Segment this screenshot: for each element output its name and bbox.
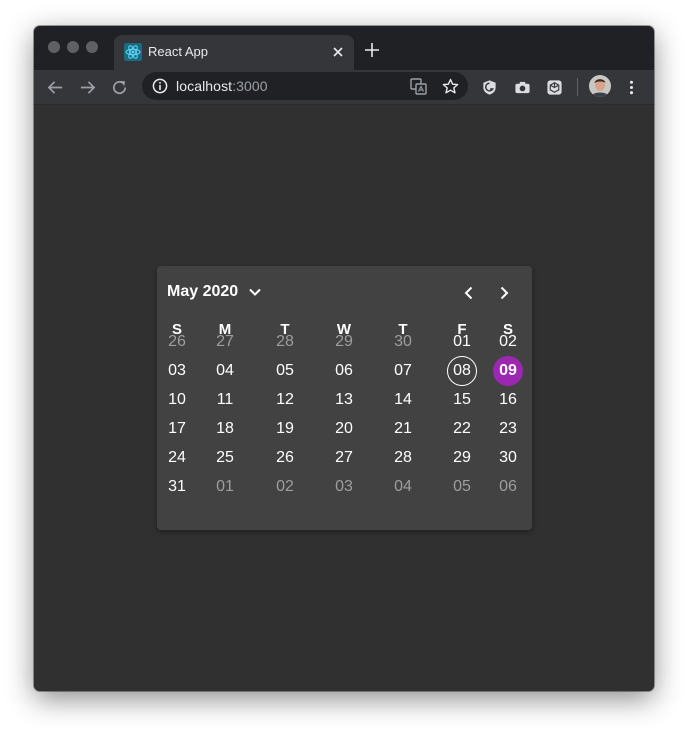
avatar[interactable] [589,75,611,97]
day-cell-selected[interactable]: 09 [493,356,523,386]
day-cell-outside-month: 29 [335,333,353,350]
info-icon[interactable] [152,78,168,94]
camera-extension-icon[interactable] [514,79,531,96]
url-host: localhost [176,78,233,94]
arrow-left-icon[interactable] [47,79,64,96]
day-cell[interactable]: 31 [162,472,192,502]
star-icon[interactable] [442,78,459,95]
day-cell-outside-month: 28 [276,333,294,350]
new-tab-icon[interactable] [364,42,380,58]
shield-extension-icon[interactable] [481,79,498,96]
tab-title: React App [148,44,208,59]
day-cell[interactable]: 06 [329,356,359,386]
day-cell[interactable]: 22 [447,414,477,444]
day-cell[interactable]: 13 [329,385,359,415]
day-cell[interactable]: 21 [388,414,418,444]
day-cell-outside-month: 04 [394,478,412,495]
url-port: :3000 [232,78,268,94]
day-cell-outside-month: 03 [335,478,353,495]
day-cell[interactable]: 17 [162,414,192,444]
reload-icon[interactable] [111,79,128,96]
day-cell[interactable]: 20 [329,414,359,444]
day-cell[interactable]: 26 [270,443,300,473]
day-cell[interactable]: 30 [493,443,523,473]
day-cell-outside-month: 06 [499,478,517,495]
close-tab-icon[interactable] [330,44,346,60]
day-cell[interactable]: 25 [210,443,240,473]
day-cell[interactable]: 28 [388,443,418,473]
zoom-window-control[interactable] [86,41,98,53]
day-cell[interactable]: 07 [388,356,418,386]
day-cell[interactable]: 23 [493,414,523,444]
page-content: May 2020 S M T W T F S 26 27 28 29 30 01 02 03 04 05 06 07… [34,105,654,691]
day-cell[interactable]: 10 [162,385,192,415]
day-cell[interactable]: 03 [162,356,192,386]
day-cell[interactable]: 05 [270,356,300,386]
toolbar-separator [577,78,578,96]
day-cell[interactable]: 16 [493,385,523,415]
month-year-label[interactable]: May 2020 [167,283,238,301]
minimize-window-control[interactable] [67,41,79,53]
chevron-down-icon[interactable] [247,284,263,300]
translate-icon[interactable] [410,78,427,95]
day-cell[interactable]: 18 [210,414,240,444]
cube-extension-icon[interactable] [546,79,563,96]
day-cell-outside-month: 02 [276,478,294,495]
day-cell[interactable]: 14 [388,385,418,415]
arrow-right-icon[interactable] [79,79,96,96]
tab-strip: React App [34,26,654,70]
next-month-icon[interactable] [495,284,513,302]
day-cell[interactable]: 15 [447,385,477,415]
tab-react-app[interactable]: React App [114,35,354,70]
address-bar[interactable]: localhost:3000 [142,72,468,100]
react-favicon-icon [124,43,142,61]
day-cell[interactable]: 19 [270,414,300,444]
date-picker: May 2020 S M T W T F S 26 27 28 29 30 01 02 03 04 05 06 07… [157,266,532,530]
day-cell-outside-month: 30 [394,333,412,350]
day-cell-outside-month: 27 [216,333,234,350]
browser-window: React App localhost:3000 May 2020 S M T … [34,26,654,691]
day-cell-outside-month: 01 [216,478,234,495]
close-window-control[interactable] [48,41,60,53]
profile-avatar-icon [589,75,611,97]
day-cell[interactable]: 02 [493,327,523,357]
day-cell-outside-month: 05 [453,478,471,495]
url-text: localhost:3000 [176,78,268,94]
previous-month-icon[interactable] [460,284,478,302]
day-cell-today[interactable]: 08 [447,356,477,386]
day-cell[interactable]: 29 [447,443,477,473]
day-cell[interactable]: 12 [270,385,300,415]
day-cell[interactable]: 01 [447,327,477,357]
browser-toolbar: localhost:3000 [34,70,654,105]
day-cell[interactable]: 27 [329,443,359,473]
day-cell-outside-month: 26 [168,333,186,350]
day-cell[interactable]: 04 [210,356,240,386]
more-vertical-icon[interactable] [623,79,640,96]
day-cell[interactable]: 11 [210,385,240,415]
day-cell[interactable]: 24 [162,443,192,473]
